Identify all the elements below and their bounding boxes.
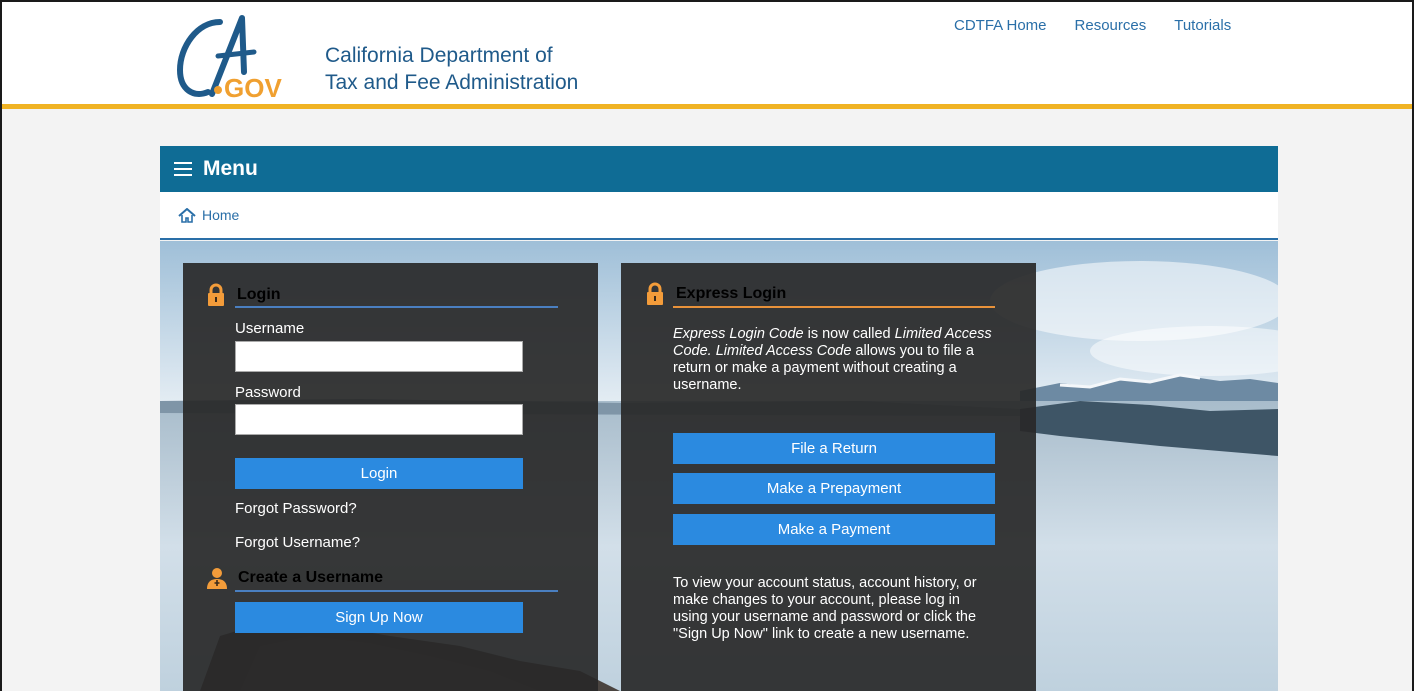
make-a-prepayment-button[interactable]: Make a Prepayment [673, 473, 995, 504]
create-title-underline [235, 590, 558, 592]
nav-resources[interactable]: Resources [1075, 17, 1147, 34]
nav-cdtfa-home[interactable]: CDTFA Home [954, 17, 1047, 34]
forgot-username-link[interactable]: Forgot Username? [235, 534, 360, 551]
file-a-return-button[interactable]: File a Return [673, 433, 995, 464]
express-title-underline [673, 306, 995, 308]
password-label: Password [235, 384, 301, 401]
nav-tutorials[interactable]: Tutorials [1174, 17, 1231, 34]
login-title: Login [237, 286, 281, 303]
svg-text:GOV: GOV [224, 73, 282, 100]
login-button[interactable]: Login [235, 458, 523, 489]
username-input[interactable] [235, 341, 523, 372]
express-intro-text: Express Login Code is now called Limited… [673, 326, 992, 393]
express-login-title: Express Login [676, 285, 787, 302]
lock-icon [647, 282, 663, 305]
home-icon [178, 207, 196, 223]
login-title-underline [235, 306, 558, 308]
menu-bar[interactable]: Menu [160, 146, 1278, 192]
create-username-section-header: Create a Username [206, 567, 383, 589]
make-a-payment-button[interactable]: Make a Payment [673, 514, 995, 545]
breadcrumb-home[interactable]: Home [202, 207, 239, 223]
forgot-password-link[interactable]: Forgot Password? [235, 500, 357, 517]
express-login-intro: Express Login Code is now called Limited… [673, 326, 993, 394]
hamburger-icon [174, 162, 192, 176]
sign-up-now-button[interactable]: Sign Up Now [235, 602, 523, 633]
menu-label: Menu [203, 157, 258, 180]
username-label: Username [235, 320, 305, 337]
org-name-line2: Tax and Fee Administration [325, 71, 579, 94]
lock-icon [208, 283, 224, 306]
express-login-section-header: Express Login [645, 282, 786, 306]
ca-gov-logo[interactable]: GOV [172, 12, 294, 100]
top-nav: CDTFA Home Resources Tutorials [954, 17, 1231, 34]
password-input[interactable] [235, 404, 523, 435]
user-icon [207, 568, 227, 589]
login-section-header: Login [206, 283, 281, 307]
account-status-note: To view your account status, account his… [673, 575, 977, 642]
org-name-line1: California Department of [325, 44, 553, 67]
create-username-title: Create a Username [238, 569, 383, 586]
breadcrumb: Home [160, 192, 1278, 240]
org-name: California Department of Tax and Fee Adm… [325, 42, 578, 96]
